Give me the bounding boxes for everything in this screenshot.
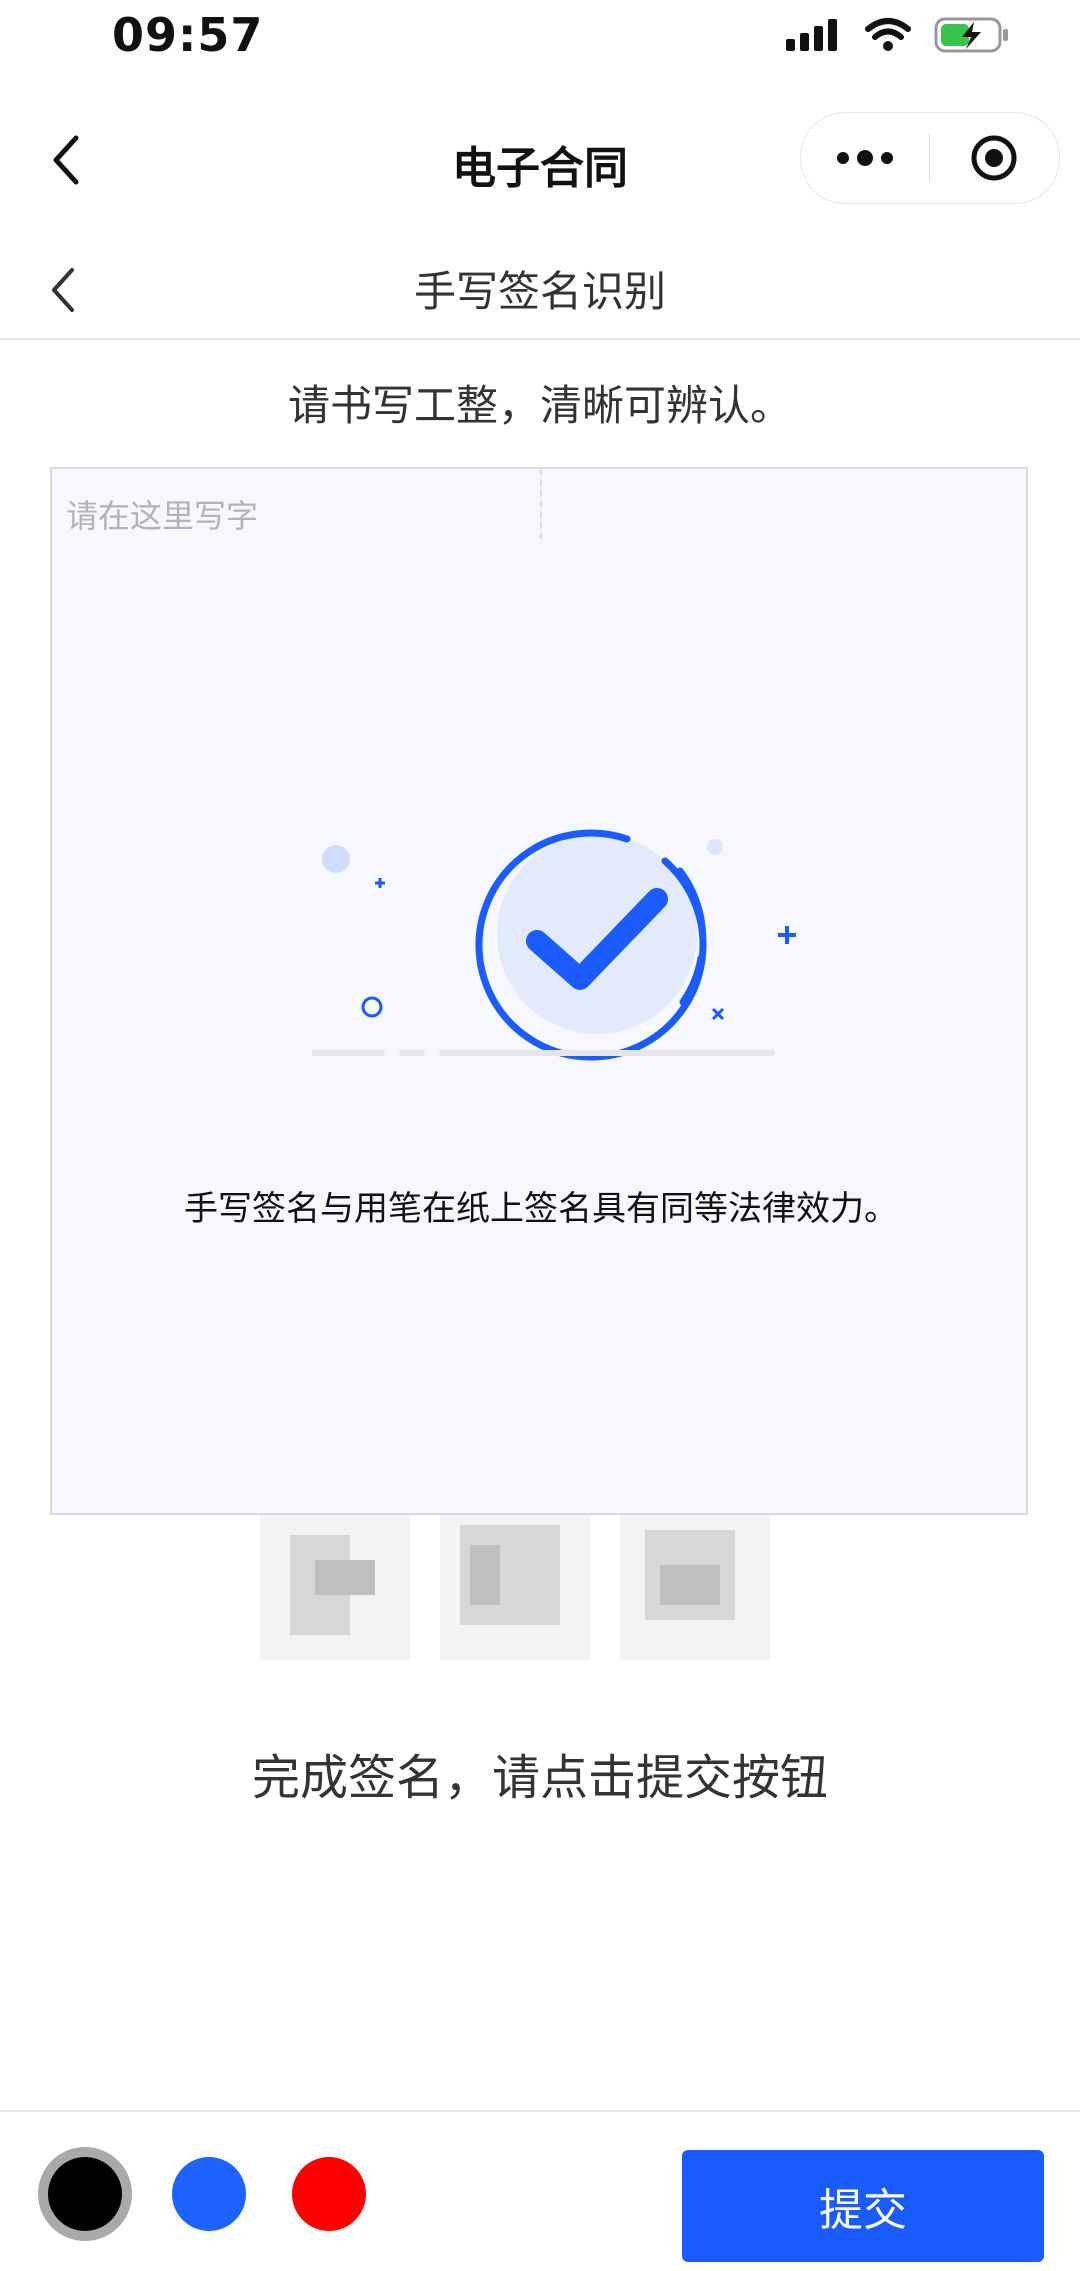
status-bar: 09:57 — [0, 0, 1080, 80]
color-red-swatch[interactable] — [292, 2157, 366, 2231]
wifi-icon — [865, 18, 911, 51]
instruction-text: 请书写工整，清晰可辨认。 — [287, 381, 792, 430]
signature-char — [440, 1515, 590, 1660]
more-dots-icon — [837, 150, 893, 166]
color-blue-swatch[interactable] — [172, 2157, 246, 2231]
page-title: 手写签名识别 — [413, 267, 666, 316]
canvas-placeholder: 请在这里写字 — [66, 497, 259, 535]
signature-char — [260, 1515, 410, 1660]
signature-preview — [260, 1515, 770, 1660]
legal-notice: 手写签名与用笔在纸上签名具有同等法律效力。 — [184, 1189, 898, 1229]
success-check-icon — [312, 829, 796, 1061]
close-miniprogram-button[interactable] — [930, 113, 1058, 203]
signal-icon — [786, 19, 837, 51]
nav-bar: 电子合同 — [0, 90, 1080, 230]
sub-header: 手写签名识别 — [0, 234, 1080, 340]
canvas-guide-line — [540, 469, 542, 539]
miniprogram-capsule — [800, 112, 1060, 204]
bottom-toolbar: 提交 — [0, 2110, 1080, 2271]
submit-hint: 完成签名，请点击提交按钮 — [251, 1750, 828, 1806]
target-icon — [971, 135, 1017, 181]
signature-char — [620, 1515, 770, 1660]
status-icons — [786, 16, 1010, 54]
color-black-swatch[interactable] — [48, 2157, 122, 2231]
signature-canvas[interactable]: 请在这里写字 手写签名与用笔在纸上签名具有同等法律效力。 — [50, 467, 1028, 1515]
more-button[interactable] — [801, 113, 929, 203]
battery-charging-icon — [934, 17, 1008, 53]
status-time: 09:57 — [112, 8, 264, 62]
submit-button[interactable]: 提交 — [682, 2150, 1044, 2262]
